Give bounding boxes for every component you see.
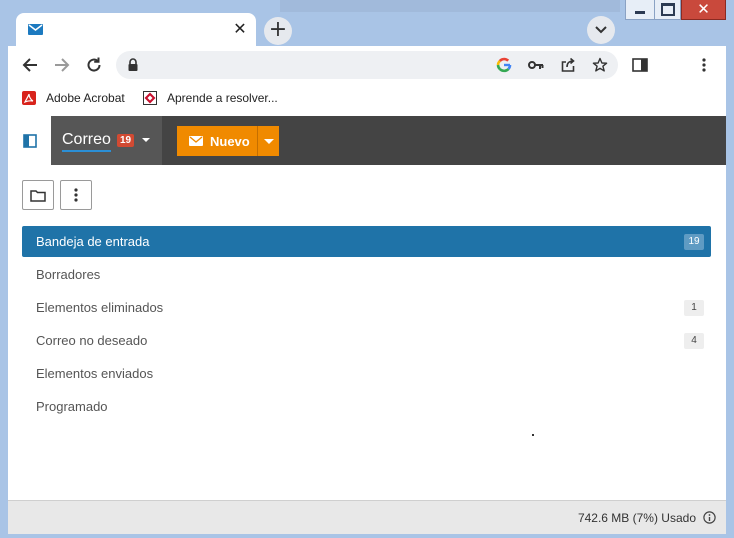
folder-programado[interactable]: Programado bbox=[22, 391, 711, 422]
more-options-button[interactable] bbox=[60, 180, 92, 210]
folder-icon bbox=[30, 189, 46, 202]
caret-down-icon[interactable] bbox=[142, 138, 150, 142]
folder-label: Bandeja de entrada bbox=[36, 234, 150, 249]
key-icon[interactable] bbox=[527, 56, 545, 74]
mail-icon bbox=[28, 24, 43, 35]
folder-label: Borradores bbox=[36, 267, 101, 282]
new-message-label: Nuevo bbox=[210, 133, 250, 149]
mail-app-label[interactable]: Correo bbox=[62, 131, 111, 152]
side-panel-icon[interactable] bbox=[631, 56, 649, 74]
folder-elementos-eliminados[interactable]: Elementos eliminados 1 bbox=[22, 292, 711, 323]
star-icon[interactable] bbox=[591, 56, 609, 74]
tab-search-button[interactable] bbox=[587, 16, 615, 44]
folder-label: Correo no deseado bbox=[36, 333, 148, 348]
folder-label: Elementos eliminados bbox=[36, 300, 164, 315]
new-message-button[interactable]: Nuevo bbox=[177, 126, 257, 156]
more-vertical-icon bbox=[74, 188, 78, 202]
forward-button[interactable] bbox=[51, 54, 73, 76]
sidebar-toggle-icon bbox=[22, 133, 37, 148]
folder-actions-button[interactable] bbox=[22, 180, 54, 210]
minimize-window-button[interactable] bbox=[625, 0, 655, 20]
new-tab-button[interactable]: + bbox=[264, 17, 292, 45]
reload-icon bbox=[87, 57, 101, 72]
unread-count-badge: 19 bbox=[117, 134, 135, 147]
tab-close-icon[interactable]: ✕ bbox=[230, 19, 250, 39]
chevron-down-icon bbox=[595, 26, 607, 34]
bookmark-aprende-a-resolver[interactable]: Aprende a resolver... bbox=[143, 88, 278, 108]
folder-borradores[interactable]: Borradores bbox=[22, 259, 711, 290]
bookmark-label: Adobe Acrobat bbox=[46, 91, 125, 105]
folder-label: Elementos enviados bbox=[36, 366, 154, 381]
folder-bandeja-de-entrada[interactable]: Bandeja de entrada 19 bbox=[22, 226, 711, 257]
bookmark-site-icon bbox=[143, 91, 157, 105]
back-arrow-icon bbox=[22, 58, 37, 72]
restore-window-button[interactable] bbox=[655, 0, 681, 20]
folder-count: 4 bbox=[684, 333, 704, 349]
restore-icon bbox=[660, 3, 675, 16]
back-button[interactable] bbox=[19, 54, 41, 76]
bookmark-adobe-acrobat[interactable]: Adobe Acrobat bbox=[22, 88, 125, 108]
minimize-icon bbox=[635, 11, 645, 14]
folder-elementos-enviados[interactable]: Elementos enviados bbox=[22, 358, 711, 389]
browser-menu-icon[interactable] bbox=[695, 56, 713, 74]
bookmark-label: Aprende a resolver... bbox=[167, 91, 278, 105]
folder-count: 19 bbox=[684, 234, 704, 250]
storage-usage-text: 742.6 MB (7%) Usado bbox=[577, 511, 696, 525]
acrobat-icon bbox=[22, 91, 36, 105]
window-titlebar-background bbox=[280, 0, 620, 12]
browser-tab[interactable] bbox=[16, 13, 256, 46]
folder-count: 1 bbox=[684, 300, 704, 316]
info-icon[interactable] bbox=[703, 511, 716, 524]
mouse-cursor-dot bbox=[532, 434, 534, 436]
caret-down-icon bbox=[263, 138, 274, 144]
share-icon[interactable] bbox=[559, 56, 577, 74]
folder-correo-no-deseado[interactable]: Correo no deseado 4 bbox=[22, 325, 711, 356]
reload-button[interactable] bbox=[83, 54, 105, 76]
sidebar-toggle-button[interactable] bbox=[8, 116, 51, 165]
envelope-icon bbox=[189, 136, 203, 146]
lock-icon[interactable] bbox=[126, 57, 140, 73]
close-window-button[interactable]: ✕ bbox=[681, 0, 726, 20]
close-icon: ✕ bbox=[697, 0, 710, 18]
google-icon[interactable] bbox=[495, 56, 513, 74]
new-message-dropdown-button[interactable] bbox=[257, 126, 279, 156]
forward-arrow-icon bbox=[55, 58, 70, 72]
folder-label: Programado bbox=[36, 399, 108, 414]
